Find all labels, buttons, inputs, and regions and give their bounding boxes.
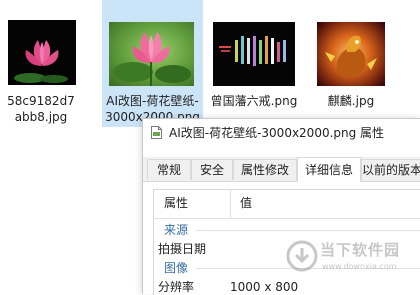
header-separator <box>154 218 420 219</box>
tab-property-edit[interactable]: 属性修改 <box>233 159 297 180</box>
file-name-label[interactable]: 曾国藩六戒.png <box>208 93 300 109</box>
file-thumbnail-lotus-green[interactable] <box>109 22 194 86</box>
tab-details[interactable]: 详细信息 <box>297 157 361 182</box>
tab-previous-versions[interactable]: 以前的版本 <box>361 159 420 180</box>
document-icon <box>151 126 162 139</box>
file-thumbnail-qilin[interactable] <box>317 22 385 86</box>
watermark: 当下软件园 www.downxia.com <box>282 238 420 293</box>
file-thumbnail-lotus-dark[interactable] <box>8 20 76 85</box>
download-logo-icon <box>286 240 318 272</box>
column-divider[interactable] <box>230 190 231 218</box>
file-name-label[interactable]: 麒麟.jpg <box>312 93 390 109</box>
file-thumbnail-calligraphy[interactable] <box>213 22 295 86</box>
column-header-value[interactable]: 值 <box>240 195 252 211</box>
column-header-property[interactable]: 属性 <box>164 195 188 211</box>
dialog-title: AI改图-荷花壁纸-3000x2000.png 属性 <box>169 126 385 140</box>
dialog-titlebar[interactable]: AI改图-荷花壁纸-3000x2000.png 属性 <box>143 119 420 147</box>
section-label-image: 图像 <box>164 261 189 275</box>
section-label-source: 来源 <box>164 223 189 237</box>
watermark-url: www.downxia.com <box>322 262 397 271</box>
row-label-date-taken[interactable]: 拍摄日期 <box>158 241 206 257</box>
section-divider <box>196 230 420 231</box>
tab-security[interactable]: 安全 <box>191 159 233 180</box>
tab-general[interactable]: 常规 <box>147 159 191 180</box>
tab-strip: 常规 安全 属性修改 详细信息 以前的版本 <box>143 157 420 182</box>
watermark-text: 当下软件园 <box>320 241 401 259</box>
file-name-label[interactable]: 58c9182d7abb8.jpg <box>4 93 78 125</box>
